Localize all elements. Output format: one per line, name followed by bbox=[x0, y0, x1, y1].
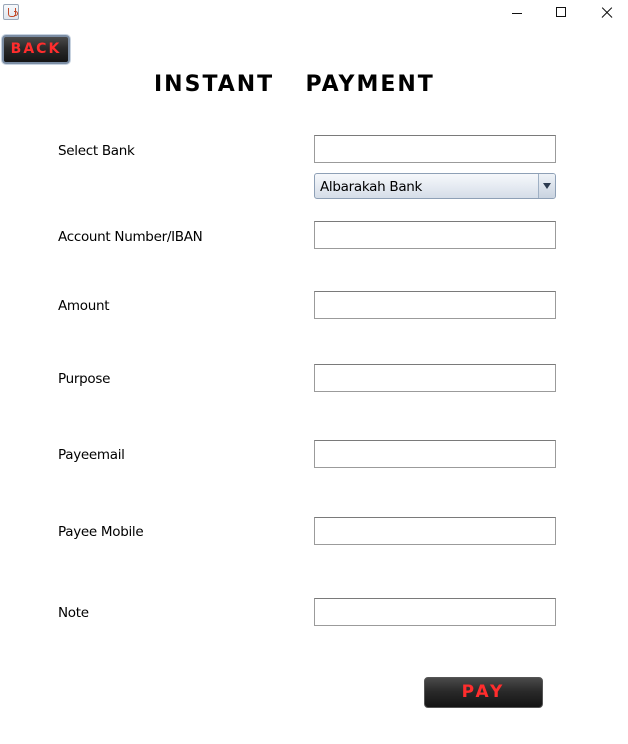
purpose-label: Purpose bbox=[58, 371, 111, 387]
window-titlebar bbox=[0, 0, 628, 26]
pay-button[interactable]: PAY bbox=[424, 677, 543, 708]
account-number-input[interactable] bbox=[314, 221, 556, 249]
bank-dropdown[interactable]: Albarakah Bank bbox=[314, 173, 556, 199]
note-input[interactable] bbox=[314, 598, 556, 626]
payee-email-input[interactable] bbox=[314, 440, 556, 468]
note-label: Note bbox=[58, 605, 89, 621]
select-bank-label: Select Bank bbox=[58, 143, 135, 159]
maximize-icon[interactable] bbox=[549, 2, 573, 24]
account-number-label: Account Number/IBAN bbox=[58, 229, 203, 245]
amount-label: Amount bbox=[58, 298, 110, 314]
amount-input[interactable] bbox=[314, 291, 556, 319]
payee-email-label: Payeemail bbox=[58, 447, 125, 463]
payee-mobile-input[interactable] bbox=[314, 517, 556, 545]
close-icon[interactable] bbox=[595, 2, 619, 24]
minimize-icon[interactable] bbox=[505, 2, 529, 24]
bank-dropdown-value: Albarakah Bank bbox=[320, 179, 423, 195]
payee-mobile-label: Payee Mobile bbox=[58, 524, 144, 540]
back-button[interactable]: BACK bbox=[2, 35, 70, 64]
purpose-input[interactable] bbox=[314, 364, 556, 392]
page-title: INSTANT PAYMENT bbox=[154, 72, 435, 97]
java-cup-icon bbox=[3, 4, 19, 20]
select-bank-input[interactable] bbox=[314, 135, 556, 163]
chevron-down-icon[interactable] bbox=[538, 174, 555, 198]
